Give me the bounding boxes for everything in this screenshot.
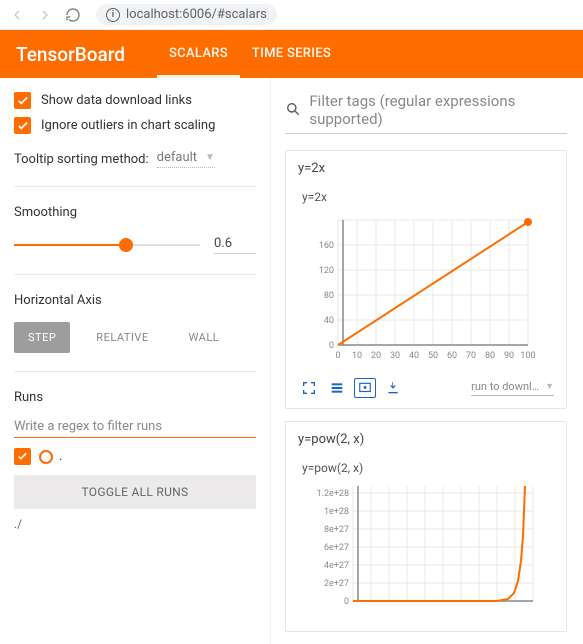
- svg-text:4e+27: 4e+27: [324, 561, 349, 571]
- url: localhost:6006/#scalars: [126, 7, 267, 22]
- logo: TensorBoard: [16, 43, 125, 66]
- svg-text:80: 80: [324, 291, 334, 301]
- svg-text:1e+28: 1e+28: [324, 507, 349, 517]
- svg-text:2e+27: 2e+27: [324, 579, 349, 589]
- list-icon[interactable]: [326, 378, 348, 398]
- svg-text:6e+27: 6e+27: [324, 543, 349, 553]
- svg-text:120: 120: [319, 266, 334, 276]
- tag-filter-placeholder: Filter tags (regular expressions support…: [309, 92, 567, 128]
- svg-text:80: 80: [485, 351, 495, 361]
- download-icon[interactable]: [382, 378, 404, 398]
- chevron-down-icon: ▼: [545, 381, 554, 392]
- svg-text:20: 20: [371, 351, 381, 361]
- app-header: TensorBoard SCALARS TIME SERIES: [0, 30, 583, 78]
- svg-text:0: 0: [344, 597, 349, 607]
- chart-view-icon[interactable]: [354, 378, 376, 398]
- svg-text:40: 40: [324, 316, 334, 326]
- chart-card-pow: y=pow(2, x) y=pow(2, x) 0 2e+27 4e+27 6e+27…: [285, 421, 567, 632]
- axis-wall-button[interactable]: WALL: [175, 322, 234, 353]
- runs-filter-input[interactable]: Write a regex to filter runs: [14, 419, 256, 438]
- run-row[interactable]: .: [14, 448, 256, 465]
- checkbox-show-download[interactable]: [14, 92, 31, 109]
- smoothing-value[interactable]: 0.6: [214, 236, 256, 254]
- content: Filter tags (regular expressions support…: [270, 78, 583, 644]
- show-download-label: Show data download links: [41, 93, 192, 108]
- horizontal-axis-label: Horizontal Axis: [14, 293, 256, 308]
- runs-label: Runs: [14, 390, 256, 405]
- chevron-down-icon: ▼: [205, 152, 215, 163]
- chart-pow[interactable]: 0 2e+27 4e+27 6e+27 8e+27 1e+28 1.2e+28: [298, 481, 548, 621]
- browser-bar: i localhost:6006/#scalars: [0, 0, 583, 30]
- run-color-icon: [39, 450, 53, 464]
- svg-text:10: 10: [352, 351, 362, 361]
- site-info-icon[interactable]: i: [106, 8, 120, 22]
- run-checkbox[interactable]: [14, 448, 31, 465]
- card-header[interactable]: y=2x: [286, 151, 566, 186]
- chart-card-y2x: y=2x y=2x 0 40 80 120 160: [285, 150, 567, 409]
- svg-text:60: 60: [447, 351, 457, 361]
- svg-text:100: 100: [520, 351, 535, 361]
- svg-text:70: 70: [466, 351, 476, 361]
- axis-relative-button[interactable]: RELATIVE: [82, 322, 162, 353]
- svg-text:8e+27: 8e+27: [324, 525, 349, 535]
- sidebar: Show data download links Ignore outliers…: [0, 78, 270, 644]
- chart-tools: run to downl… ▼: [298, 378, 554, 398]
- svg-text:30: 30: [390, 351, 400, 361]
- tab-scalars[interactable]: SCALARS: [157, 30, 240, 78]
- svg-text:0: 0: [329, 341, 334, 351]
- expand-icon[interactable]: [298, 378, 320, 398]
- chart-y2x[interactable]: 0 40 80 120 160 0 10 20 30 40 50 60 70 80 90 100: [298, 210, 548, 370]
- tooltip-sort-label: Tooltip sorting method:: [14, 152, 149, 167]
- reload-icon[interactable]: [64, 6, 82, 24]
- chart-title: y=2x: [302, 190, 554, 204]
- axis-step-button[interactable]: STEP: [14, 322, 70, 353]
- svg-text:90: 90: [504, 351, 514, 361]
- tag-filter-input[interactable]: Filter tags (regular expressions support…: [285, 92, 567, 134]
- svg-text:1.2e+28: 1.2e+28: [317, 489, 349, 499]
- header-tabs: SCALARS TIME SERIES: [157, 30, 343, 78]
- run-name: .: [59, 449, 62, 464]
- run-download-dropdown[interactable]: run to downl… ▼: [471, 380, 554, 396]
- tab-time-series[interactable]: TIME SERIES: [240, 30, 343, 78]
- toggle-all-runs-button[interactable]: TOGGLE ALL RUNS: [14, 475, 256, 509]
- svg-text:50: 50: [428, 351, 438, 361]
- search-icon: [285, 101, 301, 119]
- svg-text:160: 160: [319, 241, 334, 251]
- tooltip-sort-dropdown[interactable]: default ▼: [157, 150, 215, 168]
- ignore-outliers-label: Ignore outliers in chart scaling: [41, 118, 215, 133]
- address-bar[interactable]: i localhost:6006/#scalars: [96, 4, 277, 25]
- root-path: ./: [14, 517, 256, 531]
- chart-title: y=pow(2, x): [302, 461, 554, 475]
- smoothing-label: Smoothing: [14, 205, 256, 220]
- smoothing-slider[interactable]: [14, 234, 200, 256]
- checkbox-ignore-outliers[interactable]: [14, 117, 31, 134]
- svg-text:40: 40: [409, 351, 419, 361]
- forward-icon[interactable]: [36, 6, 54, 24]
- back-icon[interactable]: [8, 6, 26, 24]
- card-header[interactable]: y=pow(2, x): [286, 422, 566, 457]
- svg-text:0: 0: [335, 351, 340, 361]
